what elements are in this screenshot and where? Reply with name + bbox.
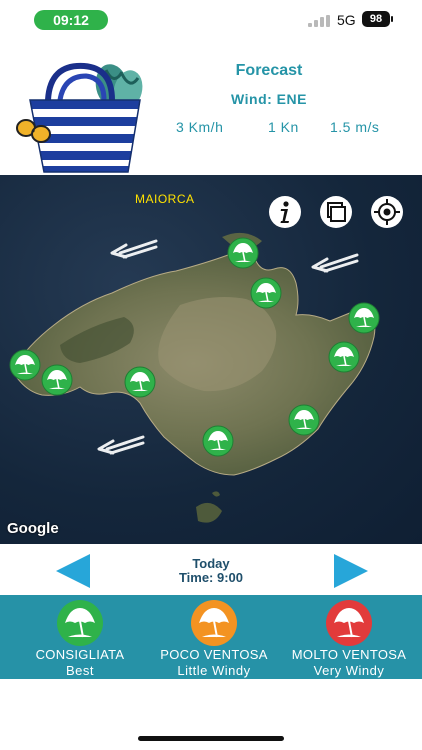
beach-marker[interactable] (9, 349, 41, 381)
beach-marker[interactable] (124, 366, 156, 398)
legend-subtitle: Best (65, 663, 94, 678)
locate-icon (374, 199, 400, 225)
legend-bar: CONSIGLIATA Best POCO VENTOSA Little Win… (0, 595, 422, 679)
day-label: Today (192, 556, 230, 571)
legend-title: MOLTO VENTOSA (291, 647, 407, 662)
legend-title: POCO VENTOSA (160, 647, 268, 662)
legend-item-very-windy: MOLTO VENTOSA Very Windy (279, 595, 419, 679)
beach-umbrella-icon (328, 341, 360, 373)
beach-umbrella-icon (326, 600, 372, 646)
legend-item-best: CONSIGLIATA Best (10, 595, 150, 679)
legend-title: CONSIGLIATA (35, 647, 125, 662)
layers-button[interactable] (320, 196, 352, 228)
beach-umbrella-icon (57, 600, 103, 646)
wind-arrow-icon (110, 239, 158, 259)
signal-icon (308, 15, 330, 27)
beach-umbrella-icon (124, 366, 156, 398)
status-time: 09:12 (34, 10, 108, 30)
time-label: Time: 9:00 (178, 570, 244, 585)
status-bar: 09:12 5G 98 (0, 0, 422, 38)
wind-arrow-icon (311, 253, 359, 273)
beach-marker[interactable] (250, 277, 282, 309)
beach-marker[interactable] (288, 404, 320, 436)
home-indicator (138, 736, 284, 741)
network-type: 5G (337, 12, 356, 28)
beach-umbrella-icon (9, 349, 41, 381)
forecast-title: Forecast (235, 62, 303, 79)
forecast-header: Forecast Wind: ENE 3 Km/h 1 Kn 1.5 m/s (0, 38, 422, 175)
wind-direction: Wind: ENE (231, 91, 307, 107)
battery-icon: 98 (362, 11, 393, 27)
legend-item-little-windy: POCO VENTOSA Little Windy (144, 595, 284, 679)
beach-marker[interactable] (202, 425, 234, 457)
beach-marker[interactable] (348, 302, 380, 334)
day-navigation: Today Time: 9:00 (0, 544, 422, 595)
wind-speed-kn: 1 Kn (268, 119, 299, 135)
legend-subtitle: Very Windy (313, 663, 385, 678)
beach-marker[interactable] (41, 364, 73, 396)
layers-icon (327, 202, 346, 222)
wind-arrow-icon (97, 435, 145, 455)
beach-umbrella-icon (202, 425, 234, 457)
info-icon (280, 201, 289, 223)
info-button[interactable] (269, 196, 301, 228)
locate-button[interactable] (371, 196, 403, 228)
beach-marker[interactable] (328, 341, 360, 373)
beach-umbrella-icon (288, 404, 320, 436)
next-time-button[interactable] (332, 552, 372, 590)
beach-bag-logo (16, 62, 143, 173)
wind-speed-ms: 1.5 m/s (330, 119, 380, 135)
beach-umbrella-icon (41, 364, 73, 396)
google-logo: Google (7, 520, 59, 537)
legend-subtitle: Little Windy (177, 663, 251, 678)
map-region-label: MAIORCA (135, 192, 195, 206)
previous-time-button[interactable] (52, 552, 92, 590)
beach-umbrella-icon (250, 277, 282, 309)
beach-umbrella-icon (227, 237, 259, 269)
beach-umbrella-icon (348, 302, 380, 334)
beach-umbrella-icon (191, 600, 237, 646)
wind-speed-kmh: 3 Km/h (176, 119, 224, 135)
beach-marker[interactable] (227, 237, 259, 269)
satellite-map[interactable]: MAIORCA Google (0, 175, 422, 544)
